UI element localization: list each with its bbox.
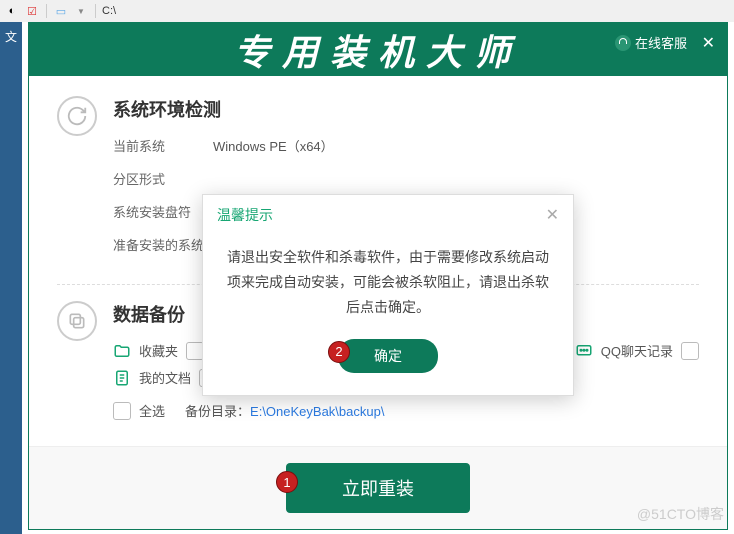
env-row-current-system: 当前系统 Windows PE（x64） xyxy=(113,136,699,155)
reinstall-button[interactable]: 1 立即重装 xyxy=(286,463,470,513)
dialog-close-icon[interactable]: ✕ xyxy=(546,205,559,225)
backup-item-favorites: 收藏夹 xyxy=(113,341,204,360)
dialog-body: 请退出安全软件和杀毒软件，由于需要修改系统启动项来完成自动安装，可能会被杀软阻止… xyxy=(203,235,573,339)
label-current-system: 当前系统 xyxy=(113,136,213,155)
selectall-checkbox[interactable] xyxy=(113,402,131,420)
selectall-label: 全选 xyxy=(139,401,165,420)
nav-back-icon[interactable]: ◐ xyxy=(4,3,20,19)
backup-path-row: 全选 备份目录：E:\OneKeyBak\backup\ xyxy=(113,401,699,420)
ok-label: 确定 xyxy=(374,348,402,364)
favorites-label: 收藏夹 xyxy=(139,341,178,360)
headset-icon xyxy=(615,35,631,51)
value-current-system: Windows PE（x64） xyxy=(213,136,334,155)
copy-icon xyxy=(57,301,97,341)
installer-header: 专用装机大师 在线客服 ✕ xyxy=(29,23,727,76)
ok-button[interactable]: 2 确定 xyxy=(338,339,438,373)
chat-icon xyxy=(575,342,593,360)
qq-label: QQ聊天记录 xyxy=(601,341,673,360)
reinstall-label: 立即重装 xyxy=(342,479,414,499)
warning-dialog: 温馨提示 ✕ 请退出安全软件和杀毒软件，由于需要修改系统启动项来完成自动安装，可… xyxy=(202,194,574,396)
dialog-footer: 2 确定 xyxy=(203,339,573,395)
qq-checkbox[interactable] xyxy=(681,342,699,360)
page-icon[interactable]: ▭ xyxy=(53,3,69,19)
env-row-partition: 分区形式 xyxy=(113,169,699,188)
dropdown-icon[interactable]: ▼ xyxy=(73,3,89,19)
app-toolbar: ◐ ☑ ▭ ▼ C:\ xyxy=(0,0,734,22)
label-partition: 分区形式 xyxy=(113,169,213,188)
backup-path-label: 备份目录： xyxy=(185,404,250,419)
address-path[interactable]: C:\ xyxy=(102,5,116,17)
backup-item-qq: QQ聊天记录 xyxy=(575,341,699,360)
mydocs-label: 我的文档 xyxy=(139,368,191,387)
dialog-title: 温馨提示 xyxy=(217,205,273,225)
backup-path: 备份目录：E:\OneKeyBak\backup\ xyxy=(185,401,384,420)
separator xyxy=(95,4,96,18)
label-target-system: 准备安装的系统 xyxy=(113,235,213,254)
dialog-header: 温馨提示 ✕ xyxy=(203,195,573,235)
watermark: @51CTO博客 xyxy=(637,504,724,524)
check-icon[interactable]: ☑ xyxy=(24,3,40,19)
app-title: 专用装机大师 xyxy=(234,24,522,76)
annotation-badge-1: 1 xyxy=(276,471,298,493)
online-cs-label: 在线客服 xyxy=(635,33,687,52)
annotation-badge-2: 2 xyxy=(328,341,350,363)
document-icon xyxy=(113,369,131,387)
online-customer-service[interactable]: 在线客服 xyxy=(615,33,687,52)
label-install-drive: 系统安装盘符 xyxy=(113,202,213,221)
env-title: 系统环境检测 xyxy=(113,96,699,122)
separator xyxy=(46,4,47,18)
backup-path-value[interactable]: E:\OneKeyBak\backup\ xyxy=(250,404,384,419)
left-panel-label: 文 xyxy=(0,22,22,534)
refresh-icon xyxy=(57,96,97,136)
close-icon[interactable]: ✕ xyxy=(702,33,715,53)
footer: 1 立即重装 xyxy=(29,446,727,529)
folder-icon xyxy=(113,342,131,360)
backup-item-selectall: 全选 xyxy=(113,401,165,420)
